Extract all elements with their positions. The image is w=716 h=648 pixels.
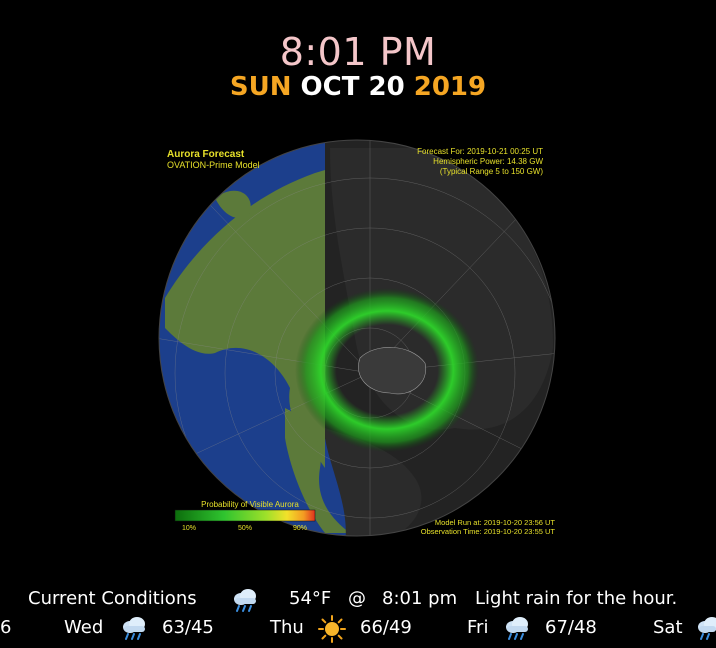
- current-temp: 54°F: [289, 588, 332, 609]
- forecast-day: Fri: [467, 617, 489, 638]
- forecast-day: Wed: [64, 617, 104, 638]
- rain-cloud-icon: [698, 617, 716, 640]
- month-day: OCT 20: [300, 72, 405, 102]
- observation-time: Observation Time: 2019-10-20 23:55 UT: [421, 527, 556, 536]
- current-conditions-label: Current Conditions: [28, 588, 197, 609]
- year: 2019: [413, 72, 487, 102]
- clock-time: 8:01 PM: [279, 30, 437, 74]
- map-title: Aurora Forecast: [167, 149, 245, 160]
- model-run: Model Run at: 2019-10-20 23:56 UT: [435, 518, 555, 527]
- rain-cloud-icon: [506, 617, 528, 640]
- current-summary: Light rain for the hour.: [475, 588, 678, 609]
- map-subtitle: OVATION-Prime Model: [167, 160, 260, 170]
- forecast-day: Sat: [653, 617, 683, 638]
- hemispheric-power: Hemispheric Power: 14.38 GW: [433, 157, 543, 166]
- forecast-for: Forecast For: 2019-10-21 00:25 UT: [417, 147, 543, 156]
- current-time: 8:01 pm: [382, 588, 458, 609]
- typical-range: (Typical Range 5 to 150 GW): [440, 167, 543, 176]
- legend-color-bar: [174, 509, 316, 522]
- day-of-week: SUN: [229, 72, 292, 102]
- rain-cloud-icon: [123, 617, 145, 640]
- legend-tick: 50%: [238, 525, 252, 532]
- rain-cloud-icon: [234, 589, 256, 612]
- forecast-temps: 63/45: [162, 617, 214, 638]
- legend-tick: 90%: [293, 525, 307, 532]
- legend-tick: 10%: [182, 525, 196, 532]
- forecast-partial-temp: 6: [0, 617, 12, 638]
- forecast-temps: 66/49: [360, 617, 412, 638]
- legend-title: Probability of Visible Aurora: [201, 500, 299, 509]
- daily-forecast: 6 Wed 63/45 Thu 66/49 Fri 67/48 Sat: [0, 614, 716, 644]
- sun-icon: [318, 615, 346, 643]
- forecast-temps: 67/48: [545, 617, 597, 638]
- forecast-day: Thu: [270, 617, 304, 638]
- at-symbol: @: [348, 588, 366, 609]
- clock-date: SUN OCT 20 2019: [0, 72, 716, 102]
- aurora-forecast-map: Aurora Forecast OVATION-Prime Model Fore…: [158, 139, 556, 537]
- current-conditions: Current Conditions 54°F @ 8:01 pm Light …: [0, 588, 716, 614]
